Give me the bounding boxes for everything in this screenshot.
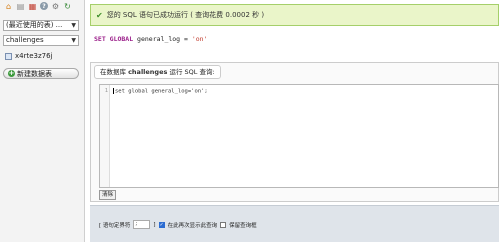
sidebar-icon-bar: ⌂ ▤ ▦ ? ⚙ ↻ (0, 0, 84, 14)
recent-tables-select[interactable]: (最近使用的表) ... ▼ (3, 20, 79, 31)
logout-icon[interactable]: ▤ (16, 2, 25, 11)
database-select-value: challenges (6, 36, 44, 44)
new-table-label: 新建数据表 (17, 69, 52, 78)
legend-prefix: 在数据库 (100, 68, 126, 76)
query-options: [ 语句定界符 ; ] ✓ 在此再次显示此查询 保留查询框 (99, 220, 257, 229)
plus-icon: + (8, 69, 15, 77)
text-cursor (113, 88, 114, 94)
success-text: 您的 SQL 语句已成功运行 ( 查询花费 0.0002 秒 ) (106, 11, 265, 19)
show-again-label: 在此再次显示此查询 (167, 222, 218, 229)
line-number-gutter: 1 (100, 85, 110, 187)
check-icon: ✔ (96, 10, 103, 20)
database-icon[interactable]: ▦ (28, 2, 37, 11)
reload-icon[interactable]: ↻ (63, 2, 72, 11)
chevron-down-icon: ▼ (71, 37, 76, 44)
sql-keyword: SET GLOBAL (94, 35, 134, 43)
home-icon[interactable]: ⌂ (4, 2, 13, 11)
keep-box-checkbox[interactable] (220, 221, 227, 228)
navigation-sidebar: ⌂ ▤ ▦ ? ⚙ ↻ (最近使用的表) ... ▼ challenges ▼ … (0, 0, 85, 242)
clear-button[interactable]: 清除 (99, 190, 117, 200)
settings-icon[interactable]: ⚙ (51, 2, 60, 11)
table-name[interactable]: x4rte3z76j (15, 52, 53, 60)
delimiter-close: ] (153, 221, 156, 228)
delimiter-input[interactable]: ; (133, 220, 151, 229)
query-panel-legend: 在数据库 challenges 运行 SQL 查询: (94, 65, 221, 79)
line-number: 1 (104, 88, 108, 94)
legend-database: challenges (128, 68, 168, 76)
database-select[interactable]: challenges ▼ (3, 35, 79, 46)
success-message: ✔ 您的 SQL 语句已成功运行 ( 查询花费 0.0002 秒 ) (90, 4, 499, 26)
keep-box-label: 保留查询框 (229, 222, 257, 229)
sidebar-table-item[interactable]: x4rte3z76j (5, 52, 53, 60)
help-icon[interactable]: ? (40, 2, 48, 10)
table-icon (5, 52, 12, 60)
sql-editor[interactable]: 1 set global general_log='on'; (99, 84, 499, 188)
main-content: ✔ 您的 SQL 语句已成功运行 ( 查询花费 0.0002 秒 ) SET G… (86, 0, 499, 242)
sql-value: 'on' (191, 35, 208, 43)
chevron-down-icon: ▼ (71, 22, 76, 29)
sql-code-text: set global general_log='on'; (115, 88, 208, 95)
recent-tables-select-value: (最近使用的表) ... (6, 21, 63, 29)
new-table-button[interactable]: + 新建数据表 (3, 68, 79, 79)
executed-sql: SET GLOBAL general_log = 'on' (94, 35, 208, 43)
sql-code[interactable]: set global general_log='on'; (113, 88, 208, 95)
delimiter-label: [ 语句定界符 (99, 222, 131, 229)
legend-suffix: 运行 SQL 查询: (169, 68, 215, 76)
sql-body: general_log = (133, 35, 192, 43)
show-again-checkbox[interactable]: ✓ (158, 221, 165, 228)
